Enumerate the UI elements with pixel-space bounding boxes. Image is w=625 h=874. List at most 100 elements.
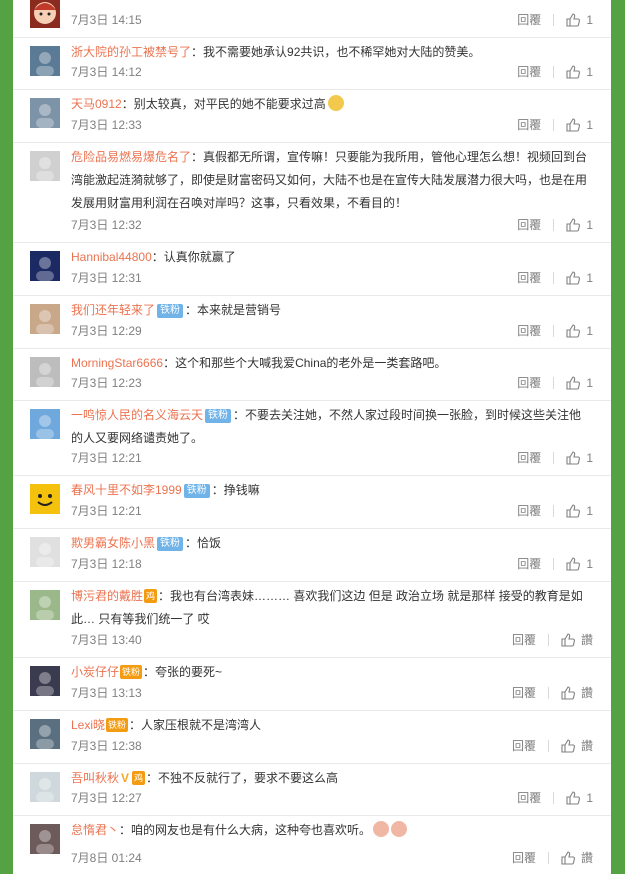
username-link[interactable]: 吾叫秋秋 (71, 771, 119, 785)
divider (553, 376, 555, 389)
comment-body: Lexi晓 铁粉 ：人家压根就不是湾湾人 (71, 714, 593, 737)
username-link[interactable]: Hannibal44800 (71, 250, 152, 264)
like-button[interactable]: 1 (566, 218, 593, 232)
username-link[interactable]: 怠惰君丶 (71, 823, 119, 837)
reply-button[interactable]: 回覆 (517, 449, 541, 466)
fan-badge[interactable]: 铁粉 (183, 484, 210, 498)
like-button[interactable]: 1 (566, 504, 593, 518)
avatar[interactable] (30, 537, 60, 567)
thumbs-up-icon (561, 738, 581, 753)
avatar[interactable] (30, 151, 60, 181)
username-link[interactable]: 危险品易燃易爆危名了 (71, 150, 191, 164)
like-button[interactable]: 1 (566, 376, 593, 390)
reply-button[interactable]: 回覆 (517, 555, 541, 572)
like-button[interactable]: 1 (566, 451, 593, 465)
username-link[interactable]: Lexi晓 (71, 718, 105, 732)
comment-text: ：别太较真，对平民的她不能要求过高 (121, 97, 326, 111)
fan-badge[interactable]: 铁粉 (157, 304, 184, 318)
comment-body: 危险品易燃易爆危名了：真假都无所谓，宣传嘛！只要能为我所用，管他心理怎么想！视频… (71, 146, 593, 215)
cartoon-avatar-icon[interactable] (30, 0, 60, 28)
comment-text: ：夸张的要死~ (143, 665, 223, 679)
avatar[interactable] (30, 46, 60, 76)
member-badge[interactable]: 铁粉 (120, 665, 143, 679)
timestamp: 7月8日 01:24 (71, 851, 142, 865)
like-count: 1 (586, 270, 593, 285)
reply-button[interactable]: 回覆 (517, 789, 541, 806)
like-button[interactable]: 1 (566, 557, 593, 571)
reply-button[interactable]: 回覆 (517, 269, 541, 286)
thumbs-up-icon (566, 503, 586, 518)
avatar[interactable] (30, 409, 60, 439)
comment-text: ：这个和那些个大喊我爱China的老外是一类套路吧。 (163, 356, 447, 370)
like-button[interactable]: 1 (566, 324, 593, 338)
like-count: 1 (586, 556, 593, 571)
reply-button[interactable]: 回覆 (512, 849, 536, 866)
reply-button[interactable]: 回覆 (512, 737, 536, 754)
avatar[interactable] (30, 357, 60, 387)
like-button[interactable]: 1 (566, 271, 593, 285)
member-badge[interactable]: 鸡 (144, 589, 158, 603)
comment-item: 欺男霸女陈小黑 铁粉 ：恰饭 7月3日 12:18 回覆 1 (13, 528, 611, 582)
reply-button[interactable]: 回覆 (512, 684, 536, 701)
reply-button[interactable]: 回覆 (512, 631, 536, 648)
thumbs-up-icon (561, 685, 581, 700)
bowing-emoji-icon (373, 821, 390, 837)
comment-meta: 7月3日 12:18 回覆 1 (71, 555, 593, 573)
comment-body: 天马0912：别太较真，对平民的她不能要求过高 (71, 93, 593, 116)
avatar[interactable] (30, 824, 60, 854)
username-link[interactable]: 博污君的戴胜 (71, 589, 143, 603)
like-count: 1 (586, 450, 593, 465)
avatar[interactable] (30, 590, 60, 620)
smiley-avatar-icon[interactable] (30, 484, 60, 514)
timestamp: 7月3日 12:18 (71, 557, 142, 571)
member-badge[interactable]: 铁粉 (106, 718, 129, 732)
avatar[interactable] (30, 719, 60, 749)
username-link[interactable]: 浙大院的孙工被禁号了 (71, 45, 191, 59)
fan-badge[interactable]: 铁粉 (157, 537, 184, 551)
like-button[interactable]: 讚 (561, 684, 593, 701)
comment-actions: 回覆 讚 (512, 737, 593, 754)
username-link[interactable]: 春风十里不如李1999 (71, 483, 182, 497)
avatar[interactable] (30, 98, 60, 128)
like-button[interactable]: 1 (566, 118, 593, 132)
divider (547, 686, 549, 699)
timestamp: 7月3日 14:15 (71, 13, 142, 27)
avatar[interactable] (30, 772, 60, 802)
like-count: 1 (586, 117, 593, 132)
avatar[interactable] (30, 304, 60, 334)
comment-actions: 回覆 1 (517, 116, 593, 133)
like-button[interactable]: 讚 (561, 737, 593, 754)
like-button[interactable]: 讚 (561, 849, 593, 866)
reply-button[interactable]: 回覆 (517, 11, 541, 28)
username-link[interactable]: MorningStar6666 (71, 356, 163, 370)
reply-button[interactable]: 回覆 (517, 63, 541, 80)
fan-badge[interactable]: 铁粉 (205, 409, 232, 423)
username-link[interactable]: 我们还年轻来了 (71, 303, 155, 317)
comment-actions: 回覆 1 (517, 449, 593, 466)
username-link[interactable]: 天马0912 (71, 97, 122, 111)
like-button[interactable]: 1 (566, 65, 593, 79)
username-link[interactable]: 欺男霸女陈小黑 (71, 536, 155, 550)
comment-item: MorningStar6666：这个和那些个大喊我爱China的老外是一类套路吧… (13, 348, 611, 401)
like-button[interactable]: 讚 (561, 631, 593, 648)
like-button[interactable]: 1 (566, 791, 593, 805)
reply-button[interactable]: 回覆 (517, 216, 541, 233)
like-button[interactable]: 1 (566, 13, 593, 27)
divider (547, 633, 549, 646)
username-link[interactable]: 一鸣惊人民的名义海云天 (71, 408, 203, 422)
avatar[interactable] (30, 666, 60, 696)
reply-button[interactable]: 回覆 (517, 502, 541, 519)
comment-body: 欺男霸女陈小黑 铁粉 ：恰饭 (71, 532, 593, 555)
reply-button[interactable]: 回覆 (517, 116, 541, 133)
reply-button[interactable]: 回覆 (517, 374, 541, 391)
avatar[interactable] (30, 251, 60, 281)
divider (553, 65, 555, 78)
divider (547, 851, 549, 864)
verified-icon: V (121, 771, 130, 785)
comment-item: 我们还年轻来了 铁粉 ：本来就是营销号 7月3日 12:29 回覆 1 (13, 295, 611, 349)
member-badge[interactable]: 鸡 (132, 771, 146, 785)
timestamp: 7月3日 14:12 (71, 65, 142, 79)
timestamp: 7月3日 13:13 (71, 686, 142, 700)
reply-button[interactable]: 回覆 (517, 322, 541, 339)
username-link[interactable]: 小炭仔仔 (71, 665, 119, 679)
